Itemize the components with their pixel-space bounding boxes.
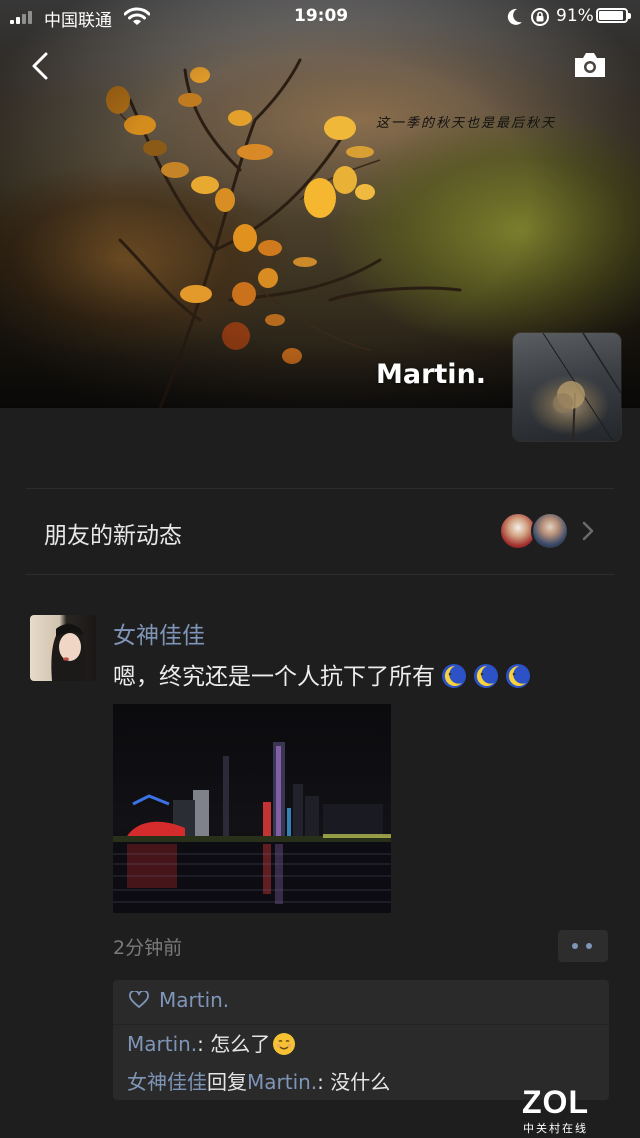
post-text-content: 嗯，终究还是一个人抗下了所有 bbox=[113, 664, 435, 690]
comment-reply-to-name[interactable]: Martin. bbox=[247, 1070, 317, 1094]
divider bbox=[113, 1024, 609, 1025]
watermark-subtitle: 中关村在线 bbox=[522, 1122, 588, 1135]
moon-face-emoji bbox=[442, 664, 466, 688]
cover-user-name: Martin. bbox=[376, 359, 487, 390]
cover-overlay-text: 这一季的秋天也是最后秋天 bbox=[376, 116, 557, 131]
more-dots-icon bbox=[586, 943, 592, 949]
comment-separator: : bbox=[197, 1032, 211, 1056]
clock-time: 19:09 bbox=[294, 6, 349, 26]
zol-watermark: ZOL 中关村在线 bbox=[522, 1086, 589, 1136]
post-timestamp: 2分钟前 bbox=[113, 937, 183, 959]
heart-icon bbox=[129, 991, 149, 1008]
more-actions-button[interactable] bbox=[558, 930, 608, 962]
comment-text: 怎么了 bbox=[210, 1032, 271, 1056]
comment-item[interactable]: Martin.: 怎么了 bbox=[127, 1028, 296, 1057]
friend-avatar bbox=[531, 512, 569, 550]
night-city-image bbox=[113, 742, 391, 913]
post-text: 嗯，终究还是一个人抗下了所有 bbox=[113, 657, 531, 691]
like-user-name[interactable]: Martin. bbox=[159, 988, 229, 1012]
comment-user-name[interactable]: 女神佳佳 bbox=[127, 1070, 207, 1094]
post-photo[interactable] bbox=[113, 704, 391, 913]
likes-comments-panel: Martin. Martin.: 怎么了 女神佳佳回复Martin.: 没什么 bbox=[113, 980, 609, 1100]
avatar-image bbox=[51, 623, 87, 681]
smiling-face-emoji bbox=[273, 1033, 296, 1055]
camera-icon bbox=[575, 53, 605, 77]
comment-reply-word: 回复 bbox=[207, 1070, 247, 1094]
comment-item[interactable]: 女神佳佳回复Martin.: 没什么 bbox=[127, 1066, 390, 1095]
comment-separator: : bbox=[317, 1070, 331, 1094]
chevron-left-icon bbox=[32, 52, 48, 80]
carrier-label: 中国联通 bbox=[44, 11, 112, 31]
moon-face-emoji bbox=[474, 664, 498, 688]
status-bar: 中国联通 19:09 91% bbox=[0, 0, 640, 34]
back-button[interactable] bbox=[26, 48, 58, 84]
moon-face-emoji bbox=[506, 664, 530, 688]
comment-text: 没什么 bbox=[330, 1070, 391, 1094]
divider bbox=[26, 574, 614, 575]
battery-percent: 91% bbox=[556, 6, 594, 26]
rotation-lock-icon bbox=[531, 8, 549, 26]
comment-user-name[interactable]: Martin. bbox=[127, 1032, 197, 1056]
more-dots-icon bbox=[572, 943, 578, 949]
do-not-disturb-icon bbox=[507, 8, 522, 25]
signal-icon bbox=[10, 10, 38, 24]
profile-avatar[interactable] bbox=[513, 333, 621, 441]
avatar-image bbox=[542, 333, 621, 441]
camera-button[interactable] bbox=[572, 50, 608, 80]
post-author-name[interactable]: 女神佳佳 bbox=[113, 616, 205, 650]
post-author-avatar[interactable] bbox=[30, 615, 96, 681]
wifi-icon bbox=[124, 7, 150, 25]
friends-updates-label: 朋友的新动态 bbox=[44, 523, 182, 549]
watermark-brand: ZOL bbox=[522, 1084, 589, 1120]
divider bbox=[26, 488, 614, 489]
chevron-right-icon bbox=[582, 521, 594, 541]
friends-updates-row[interactable]: 朋友的新动态 bbox=[0, 490, 640, 572]
battery-icon bbox=[596, 8, 631, 23]
likes-row: Martin. bbox=[129, 988, 229, 1018]
